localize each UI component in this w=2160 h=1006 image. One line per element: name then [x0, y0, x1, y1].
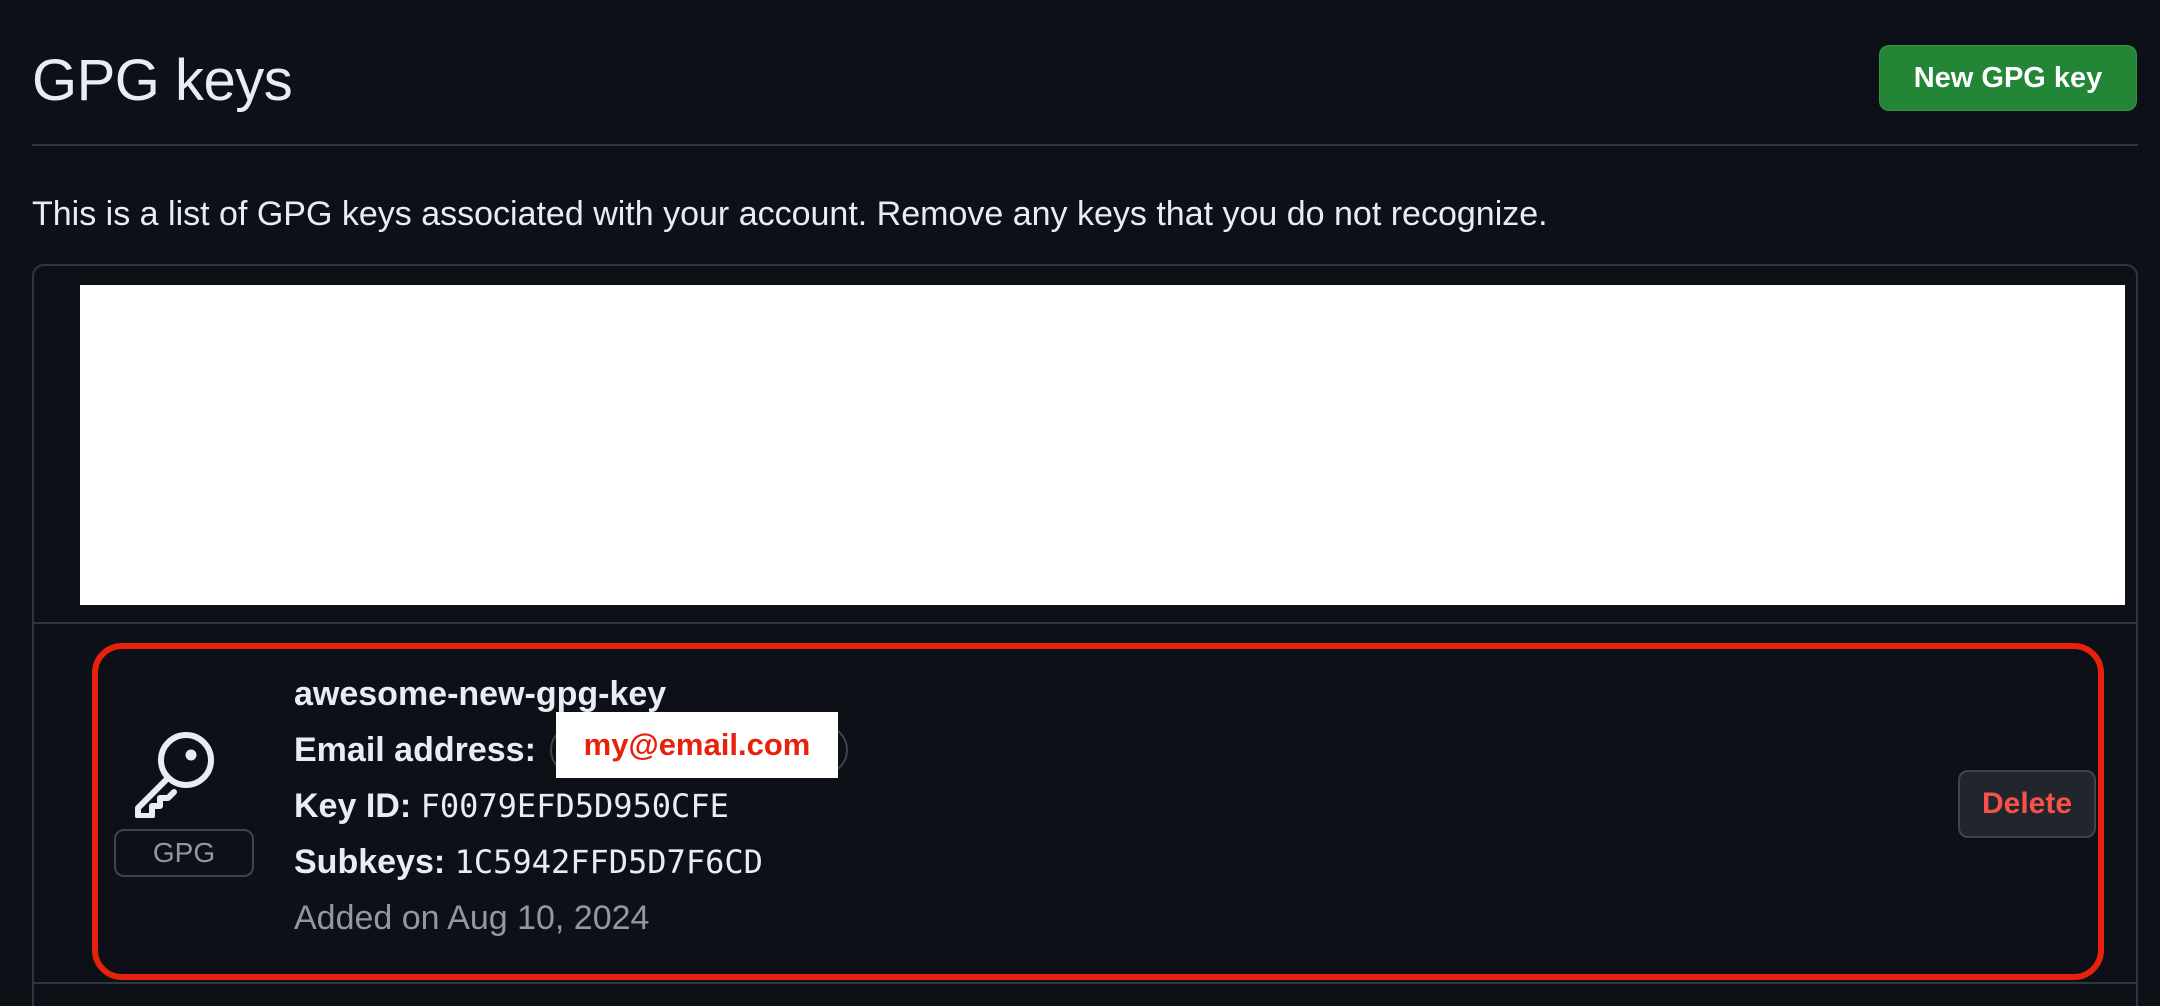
gpg-keys-page: GPG keys New GPG key This is a list of G…: [0, 0, 2160, 1006]
page-title: GPG keys: [32, 48, 293, 113]
new-gpg-key-button[interactable]: New GPG key: [1879, 45, 2137, 111]
redacted-key-entry: [80, 285, 2125, 605]
header-divider: [32, 144, 2138, 146]
page-description: This is a list of GPG keys associated wi…: [32, 195, 1548, 233]
subkeys-label: Subkeys:: [294, 843, 455, 881]
delete-key-button[interactable]: Delete: [1958, 770, 2096, 838]
key-id-value: F0079EFD5D950CFE: [420, 787, 729, 825]
email-label: Email address:: [294, 731, 536, 769]
key-id-label: Key ID:: [294, 787, 421, 825]
key-icon: [135, 732, 214, 818]
subkeys-row: Subkeys: 1C5942FFD5D7F6CD: [294, 840, 763, 884]
email-value: my@email.com: [556, 712, 838, 778]
email-row: Email address:: [294, 728, 536, 772]
key-type-badge: GPG: [114, 829, 254, 877]
list-row-divider: [34, 982, 2136, 984]
key-id-row: Key ID: F0079EFD5D950CFE: [294, 784, 729, 828]
key-title: awesome-new-gpg-key: [294, 675, 667, 713]
added-date: Added on Aug 10, 2024: [294, 899, 650, 937]
subkeys-value: 1C5942FFD5D7F6CD: [454, 843, 763, 881]
list-row-divider: [34, 622, 2136, 624]
